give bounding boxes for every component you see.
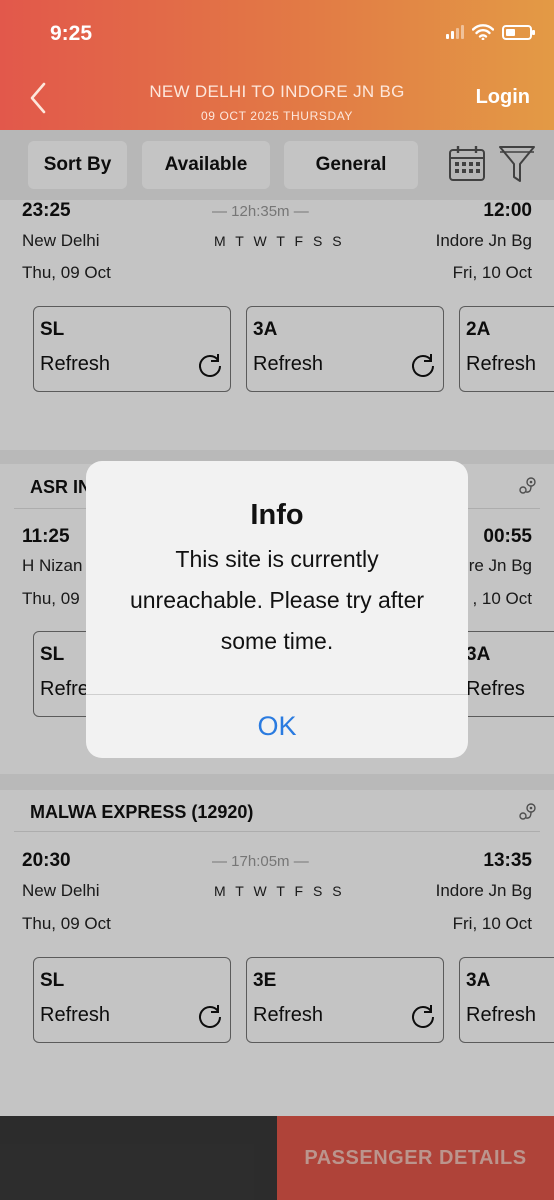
signal-icon: [446, 25, 464, 39]
status-time: 9:25: [50, 22, 93, 45]
login-button[interactable]: Login: [476, 86, 530, 109]
app-header: 9:25 NEW DELHI TO INDORE JN BG 09 OCT 20…: [0, 0, 554, 130]
dialog-message: This site is currently unreachable. Plea…: [129, 546, 425, 654]
dialog-title: Info: [250, 499, 304, 531]
ok-button[interactable]: OK: [86, 695, 468, 758]
route-date: 09 OCT 2025 THURSDAY: [200, 109, 354, 123]
route-title: NEW DELHI TO INDORE JN BG: [149, 82, 405, 101]
status-icons: [446, 24, 535, 40]
battery-icon: [502, 24, 535, 40]
wifi-icon: [472, 24, 494, 40]
info-dialog: Info This site is currently unreachable.…: [86, 461, 468, 758]
